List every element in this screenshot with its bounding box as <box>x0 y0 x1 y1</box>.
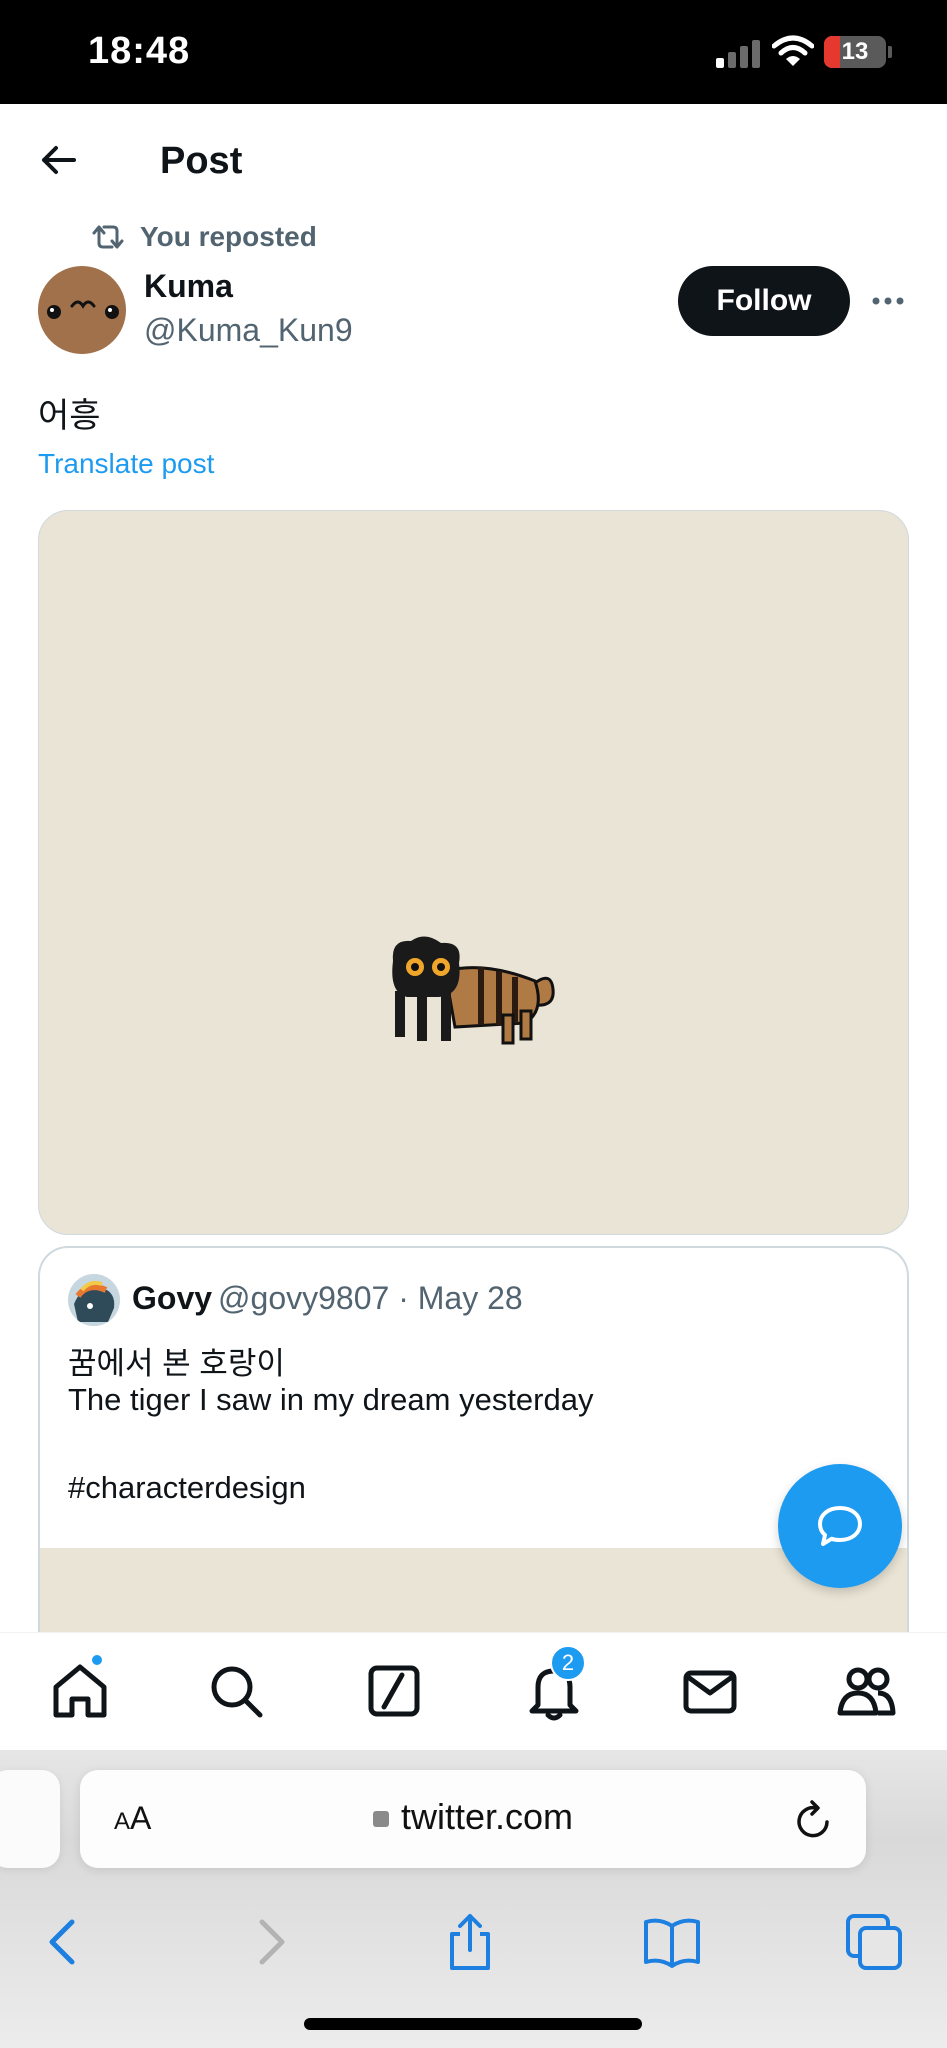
post-header: Post <box>0 104 947 218</box>
post-text: 어흥 <box>38 397 101 435</box>
page-title: Post <box>160 140 243 182</box>
follow-button[interactable]: Follow <box>678 266 850 336</box>
more-icon[interactable] <box>870 288 906 314</box>
repost-icon <box>92 225 124 249</box>
battery-indicator: 13 <box>824 36 886 68</box>
mail-icon[interactable] <box>680 1661 740 1721</box>
status-bar: 18:48 13 <box>0 0 947 104</box>
address-bar[interactable]: AA twitter.com <box>80 1770 866 1868</box>
author-avatar[interactable] <box>38 266 126 354</box>
home-notification-dot <box>90 1653 104 1667</box>
quote-author-name[interactable]: Govy <box>132 1280 212 1316</box>
notifications-badge: 2 <box>550 1645 586 1681</box>
back-arrow-icon[interactable] <box>36 138 80 182</box>
lock-icon <box>372 1811 389 1827</box>
share-icon[interactable] <box>438 1910 502 1974</box>
compose-message-button[interactable] <box>778 1464 902 1588</box>
chevron-left-icon[interactable] <box>32 1910 96 1974</box>
browser-toolbar: AA twitter.com <box>0 1750 947 2048</box>
people-icon[interactable] <box>836 1661 896 1721</box>
signal-icon <box>716 40 760 68</box>
book-icon[interactable] <box>640 1910 704 1974</box>
battery-nub <box>888 46 892 58</box>
quote-header: Govy @govy9807 · May 28 <box>132 1280 523 1317</box>
chevron-right-icon[interactable] <box>238 1910 302 1974</box>
home-indicator <box>304 2018 642 2030</box>
compose-icon[interactable] <box>364 1661 424 1721</box>
home-icon[interactable] <box>50 1661 110 1721</box>
wifi-icon <box>772 35 814 66</box>
search-icon[interactable] <box>206 1661 266 1721</box>
post-media-image[interactable] <box>38 510 909 1235</box>
author-handle[interactable]: @Kuma_Kun9 <box>144 312 353 349</box>
url-text[interactable]: twitter.com <box>401 1796 573 1837</box>
compose-message-icon <box>818 1506 862 1546</box>
quote-author-meta: @govy9807 · May 28 <box>218 1280 523 1316</box>
status-time: 18:48 <box>88 30 191 72</box>
battery-percent: 13 <box>841 38 869 65</box>
quote-avatar[interactable] <box>68 1274 120 1326</box>
quote-hashtag[interactable]: #characterdesign <box>68 1470 306 1506</box>
author-name[interactable]: Kuma <box>144 268 233 305</box>
translate-post-link[interactable]: Translate post <box>38 448 214 480</box>
tiger-illustration <box>392 936 555 1045</box>
quote-text-line-2: The tiger I saw in my dream yesterday <box>68 1382 594 1417</box>
bottom-tab-bar: 2 <box>0 1632 947 1750</box>
quoted-post-card[interactable]: Govy @govy9807 · May 28 꿈에서 본 호랑이 The tig… <box>38 1246 909 1646</box>
quote-text-line-1: 꿈에서 본 호랑이 <box>68 1346 285 1381</box>
previous-tab-preview[interactable] <box>0 1770 60 1868</box>
repost-label: You reposted <box>140 221 317 252</box>
tabs-icon[interactable] <box>842 1910 906 1974</box>
repost-indicator: You reposted <box>90 220 317 254</box>
reload-icon[interactable] <box>794 1798 834 1840</box>
